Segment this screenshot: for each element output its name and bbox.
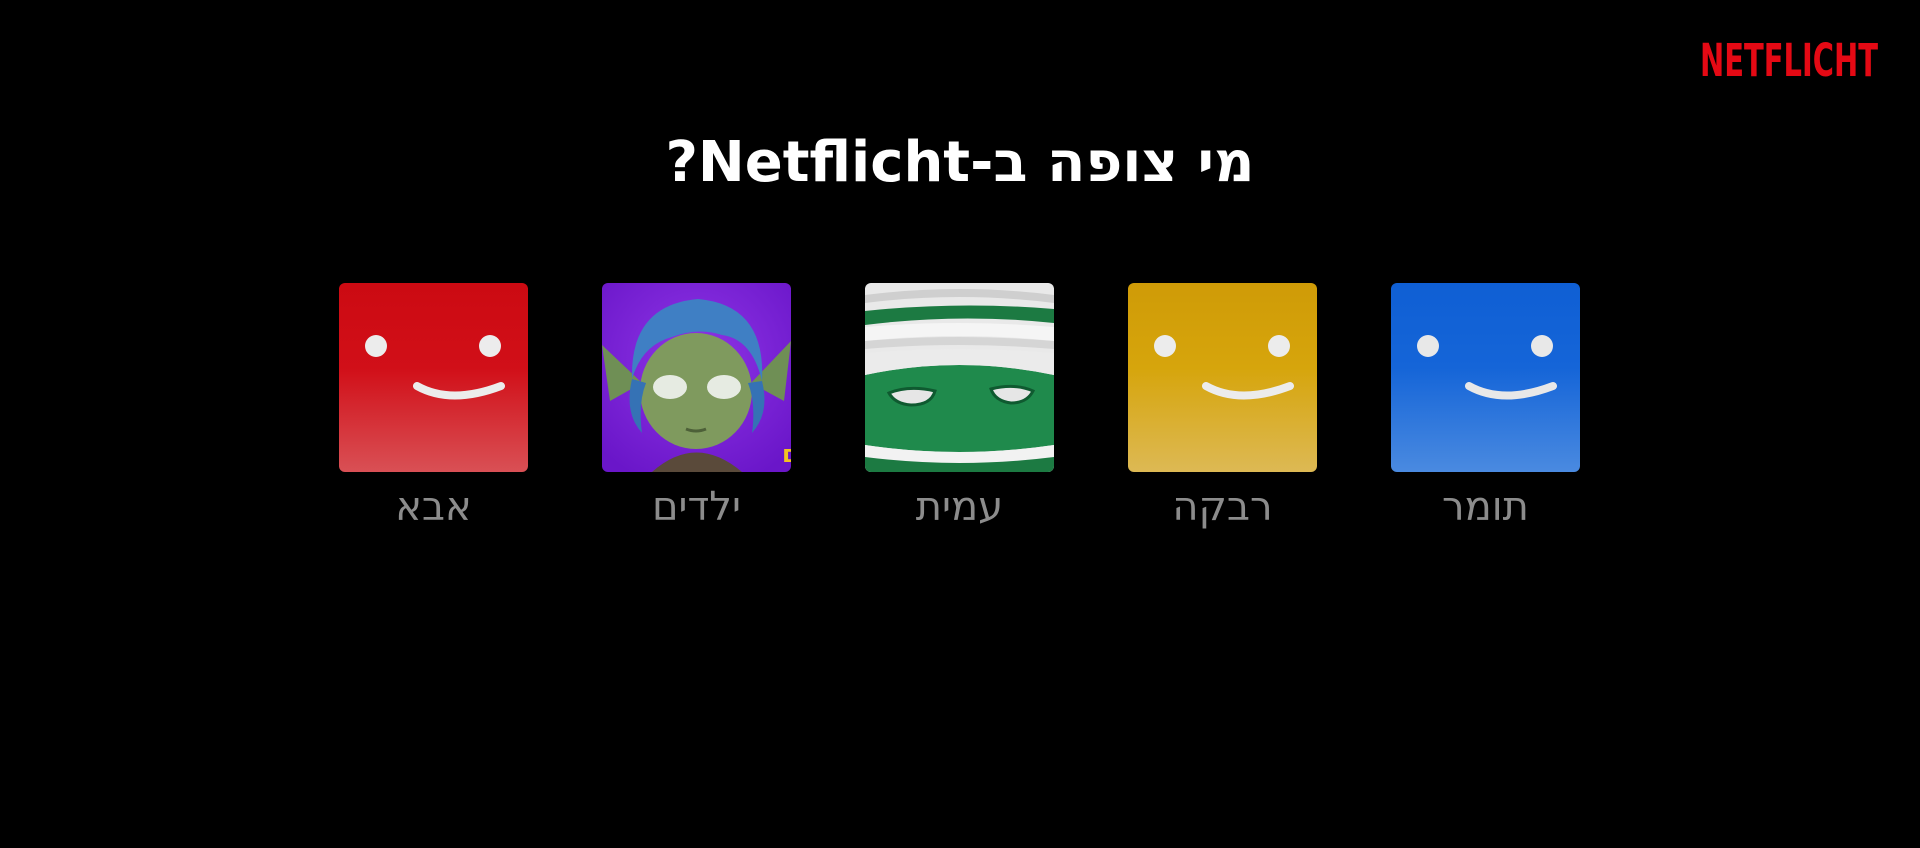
profile-name: תומר: [1442, 484, 1529, 530]
netflicht-logo[interactable]: NETFLICHT: [1698, 28, 1880, 88]
profiles-list: תומר רבקה עמית ם ילדים אבא: [339, 283, 1580, 533]
profile-rivka[interactable]: רבקה: [1128, 283, 1317, 533]
kids-goblin-icon[interactable]: ילדים: [602, 283, 791, 472]
kids-badge: ילדים: [782, 440, 791, 468]
profile-amit[interactable]: עמית: [865, 283, 1054, 533]
profile-abba[interactable]: אבא: [339, 283, 528, 533]
profile-gate-page: NETFLICHT מי צופה ב-Netflicht? תומר רבקה…: [0, 0, 1920, 848]
smiley-red-icon[interactable]: [339, 283, 528, 472]
logo-text: NETFLICHT: [1700, 34, 1878, 87]
profile-name: עמית: [915, 484, 1004, 530]
smiley-blue-icon[interactable]: [1391, 283, 1580, 472]
profile-name: אבא: [395, 484, 472, 530]
profile-name: ילדים: [651, 484, 741, 530]
profile-tomer[interactable]: תומר: [1391, 283, 1580, 533]
profile-name: רבקה: [1172, 484, 1273, 530]
mummy-face-icon[interactable]: [865, 283, 1054, 472]
smiley-yellow-icon[interactable]: [1128, 283, 1317, 472]
profile-kids[interactable]: ילדים ילדים: [602, 283, 791, 533]
page-title: מי צופה ב-Netflicht?: [665, 130, 1255, 195]
